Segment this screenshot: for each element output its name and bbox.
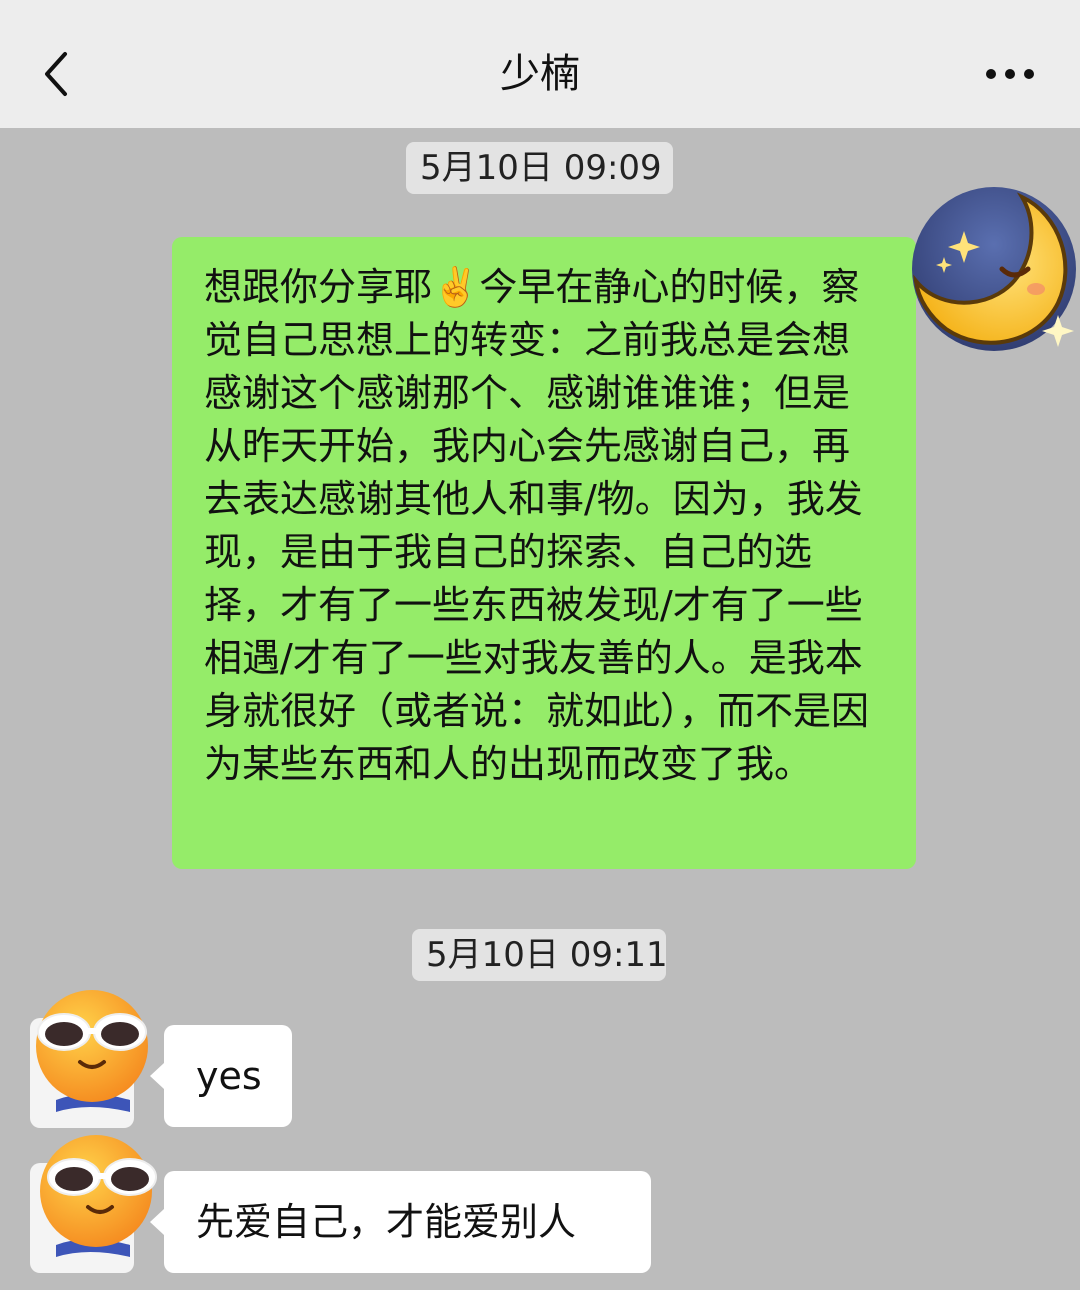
timestamp: 5月10日 09:09 — [406, 142, 673, 194]
timestamp: 5月10日 09:11 — [412, 929, 668, 981]
chat-title: 少楠 — [500, 51, 580, 97]
more-dots-icon — [986, 69, 1034, 79]
more-button[interactable] — [978, 56, 1042, 92]
contact-avatar[interactable] — [30, 988, 162, 1128]
chat-header: 少楠 — [0, 0, 1080, 128]
sunglasses-face-icon — [30, 990, 148, 1128]
contact-avatar[interactable] — [30, 1133, 162, 1273]
self-avatar[interactable] — [910, 185, 1078, 353]
incoming-message-bubble[interactable]: yes — [150, 1025, 292, 1127]
moon-avatar-icon — [912, 187, 1076, 351]
sunglasses-face-icon — [30, 1135, 157, 1273]
incoming-message-bubble[interactable]: 先爱自己，才能爱别人 — [150, 1171, 651, 1273]
outgoing-message-bubble[interactable]: 想跟你分享耶✌️今早在静心的时候，察觉自己思想上的转变：之前我总是会想感谢这个感… — [172, 237, 930, 869]
